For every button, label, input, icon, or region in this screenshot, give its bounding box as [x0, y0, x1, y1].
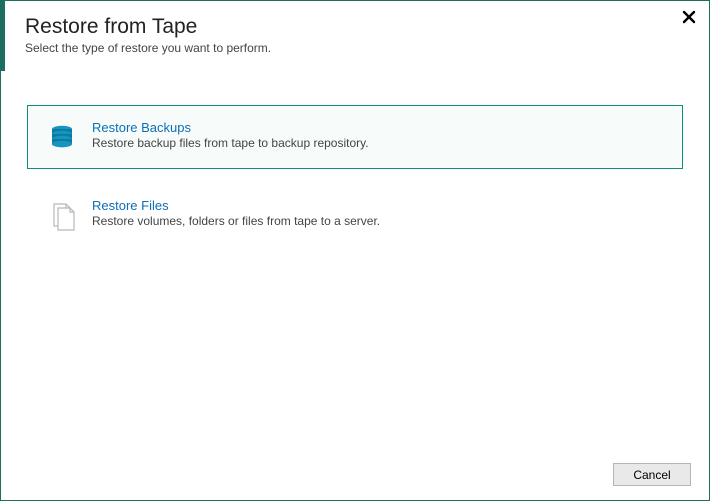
- option-restore-backups[interactable]: Restore Backups Restore backup files fro…: [27, 105, 683, 169]
- dialog-title: Restore from Tape: [25, 15, 685, 39]
- option-text: Restore Files Restore volumes, folders o…: [86, 198, 668, 228]
- dialog-subtitle: Select the type of restore you want to p…: [25, 41, 685, 55]
- option-title: Restore Files: [92, 198, 668, 213]
- close-button[interactable]: [679, 7, 699, 27]
- option-text: Restore Backups Restore backup files fro…: [86, 120, 668, 150]
- accent-strip: [1, 1, 5, 71]
- option-restore-files[interactable]: Restore Files Restore volumes, folders o…: [27, 183, 683, 247]
- cancel-button[interactable]: Cancel: [613, 463, 691, 486]
- option-desc: Restore volumes, folders or files from t…: [92, 214, 668, 228]
- option-desc: Restore backup files from tape to backup…: [92, 136, 668, 150]
- restore-from-tape-dialog: Restore from Tape Select the type of res…: [0, 0, 710, 501]
- option-title: Restore Backups: [92, 120, 668, 135]
- files-icon: [42, 198, 86, 232]
- dialog-footer: Cancel: [613, 463, 691, 486]
- close-icon: [682, 10, 696, 24]
- dialog-header: Restore from Tape Select the type of res…: [1, 1, 709, 55]
- restore-options-list: Restore Backups Restore backup files fro…: [1, 55, 709, 247]
- database-tape-icon: [42, 120, 86, 154]
